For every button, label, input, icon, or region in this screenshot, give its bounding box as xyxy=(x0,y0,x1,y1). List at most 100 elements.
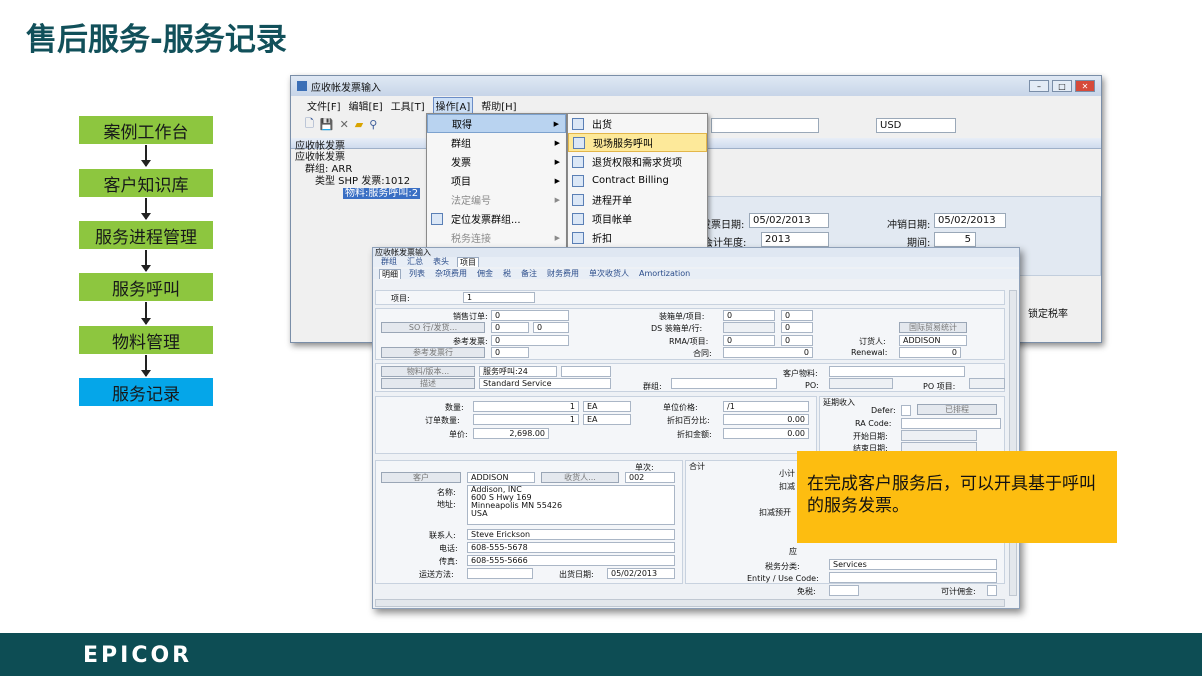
menu-file[interactable]: 文件[F] xyxy=(307,98,341,113)
ship-to-button[interactable]: 收货人... xyxy=(541,472,619,483)
save-icon[interactable]: 💾 xyxy=(320,118,334,131)
period-field[interactable]: 5 xyxy=(934,232,976,247)
tree-node-group[interactable]: 群组: ARR xyxy=(295,164,425,176)
tab-list[interactable]: 列表 xyxy=(407,269,427,279)
submenu-field-service-call[interactable]: 现场服务呼叫 xyxy=(568,133,707,152)
tab-memo[interactable]: 备注 xyxy=(519,269,539,279)
tab-finance[interactable]: 财务费用 xyxy=(545,269,581,279)
minimize-button[interactable]: – xyxy=(1029,80,1049,92)
tree-node-invoice[interactable]: 类型 SHP 发票:1012 xyxy=(295,176,425,188)
invoice-date-field[interactable]: 05/02/2013 xyxy=(749,213,829,228)
group-select[interactable] xyxy=(671,378,777,389)
tab-tax[interactable]: 税 xyxy=(501,269,513,279)
delete-icon[interactable]: ✕ xyxy=(340,118,349,131)
part-field[interactable]: 服务呼叫:24 xyxy=(479,366,557,377)
intl-trade-button[interactable]: 国际贸易统计 xyxy=(899,322,967,333)
reverse-date-field[interactable]: 05/02/2013 xyxy=(934,213,1006,228)
po-item-field[interactable] xyxy=(969,378,1005,389)
customer-button[interactable]: 客户 xyxy=(381,472,461,483)
ship-to-field[interactable]: 002 xyxy=(625,472,675,483)
defer-checkbox[interactable] xyxy=(901,405,911,416)
quantity-uom-select[interactable]: EA xyxy=(583,401,631,412)
menu-item-line[interactable]: 项目 ▶ xyxy=(427,171,566,190)
menu-help[interactable]: 帮助[H] xyxy=(481,98,516,113)
ship-via-select[interactable] xyxy=(467,568,533,579)
exempt-field[interactable] xyxy=(829,585,859,596)
attach-icon[interactable]: ⚲ xyxy=(369,118,377,131)
order-uom-field[interactable]: EA xyxy=(583,414,631,425)
order-qty-field[interactable]: 1 xyxy=(473,414,579,425)
ra-code-select[interactable] xyxy=(901,418,1001,429)
tab-group[interactable]: 群组 xyxy=(379,257,399,267)
po-field[interactable] xyxy=(829,378,893,389)
submenu-progress-billing[interactable]: 进程开单 xyxy=(568,190,707,209)
menu-item-get[interactable]: 取得 ▶ xyxy=(427,114,566,133)
menu-item-legal-number[interactable]: 法定编号 ▶ xyxy=(427,190,566,209)
rma-line-field[interactable]: 0 xyxy=(781,335,813,346)
scheduled-button[interactable]: 已排程 xyxy=(917,404,997,415)
discount-amt-field[interactable]: 0.00 xyxy=(723,428,809,439)
contact-select[interactable]: Steve Erickson xyxy=(467,529,675,540)
vertical-scrollbar[interactable] xyxy=(1009,290,1017,596)
menu-item-tax-connect[interactable]: 税务连接 ▶ xyxy=(427,228,566,247)
submenu-contract-billing[interactable]: Contract Billing xyxy=(568,171,707,190)
maximize-button[interactable]: □ xyxy=(1052,80,1072,92)
customer-part-field[interactable] xyxy=(829,366,965,377)
fiscal-year-field[interactable]: 2013 xyxy=(761,232,829,247)
ordered-by-field[interactable]: ADDISON xyxy=(899,335,967,346)
description-button[interactable]: 描述 xyxy=(381,378,475,389)
menu-item-invoice[interactable]: 发票 ▶ xyxy=(427,152,566,171)
tab-line[interactable]: 项目 xyxy=(457,257,479,267)
start-date-field[interactable] xyxy=(901,430,977,441)
phone-field[interactable]: 608-555-5678 xyxy=(467,542,675,553)
entity-use-code-select[interactable] xyxy=(829,572,997,583)
tab-detail[interactable]: 明细 xyxy=(379,269,401,279)
address-block[interactable]: Addison, INC 600 S Hwy 169 Minneapolis M… xyxy=(467,485,675,525)
menu-actions[interactable]: 操作[A] xyxy=(432,96,474,114)
commissionable-checkbox[interactable] xyxy=(987,585,997,596)
customer-field[interactable]: ADDISON xyxy=(467,472,535,483)
so-line-button[interactable]: SO 行/发货... xyxy=(381,322,485,333)
currency-select[interactable]: USD xyxy=(876,118,956,133)
tree-node-root[interactable]: 应收帐发票 xyxy=(295,152,425,164)
sales-order-field[interactable]: 0 xyxy=(491,310,569,321)
menu-tools[interactable]: 工具[T] xyxy=(391,98,425,113)
unit-price-field[interactable]: 2,698.00 xyxy=(473,428,549,439)
quantity-field[interactable]: 1 xyxy=(473,401,579,412)
contract-field[interactable]: 0 xyxy=(723,347,813,358)
menu-item-group[interactable]: 群组 ▶ xyxy=(427,133,566,152)
ref-invoice-field[interactable]: 0 xyxy=(491,335,569,346)
tree-node-line[interactable]: 物料:服务呼叫:2 xyxy=(343,188,421,199)
tab-commission[interactable]: 佣金 xyxy=(475,269,495,279)
tab-summary[interactable]: 汇总 xyxy=(405,257,425,267)
tab-amortization[interactable]: Amortization xyxy=(637,269,692,279)
nav-combo[interactable] xyxy=(711,118,819,133)
so-release-field[interactable]: 0 xyxy=(533,322,569,333)
folder-icon[interactable]: ▰ xyxy=(355,118,363,131)
pack-field[interactable]: 0 xyxy=(723,310,775,321)
ds-pack-line-field[interactable]: 0 xyxy=(781,322,813,333)
ship-date-field[interactable]: 05/02/2013 xyxy=(607,568,675,579)
submenu-discount[interactable]: 折扣 xyxy=(568,228,707,247)
ds-pack-field[interactable] xyxy=(723,322,775,333)
item-nav-field[interactable]: 1 xyxy=(463,292,535,303)
part-revision-button[interactable]: 物料/版本... xyxy=(381,366,475,377)
menu-edit[interactable]: 编辑[E] xyxy=(349,98,383,113)
tab-header[interactable]: 表头 xyxy=(431,257,451,267)
horizontal-scrollbar[interactable] xyxy=(375,599,1005,607)
discount-pct-field[interactable]: 0.00 xyxy=(723,414,809,425)
menu-item-locate-group[interactable]: 定位发票群组... xyxy=(427,209,566,228)
close-button[interactable]: ✕ xyxy=(1075,80,1095,92)
new-icon[interactable]: 🗋 xyxy=(305,115,314,134)
revision-select[interactable] xyxy=(561,366,611,377)
price-per-select[interactable]: /1 xyxy=(723,401,809,412)
fax-field[interactable]: 608-555-5666 xyxy=(467,555,675,566)
submenu-rma[interactable]: 退货权限和需求货项 xyxy=(568,152,707,171)
tax-category-select[interactable]: Services xyxy=(829,559,997,570)
so-line-field[interactable]: 0 xyxy=(491,322,529,333)
renewal-field[interactable]: 0 xyxy=(899,347,961,358)
rma-field[interactable]: 0 xyxy=(723,335,775,346)
ref-invoice-line-field[interactable]: 0 xyxy=(491,347,529,358)
tab-onetime-shipto[interactable]: 单次收货人 xyxy=(587,269,631,279)
tab-misc[interactable]: 杂项费用 xyxy=(433,269,469,279)
